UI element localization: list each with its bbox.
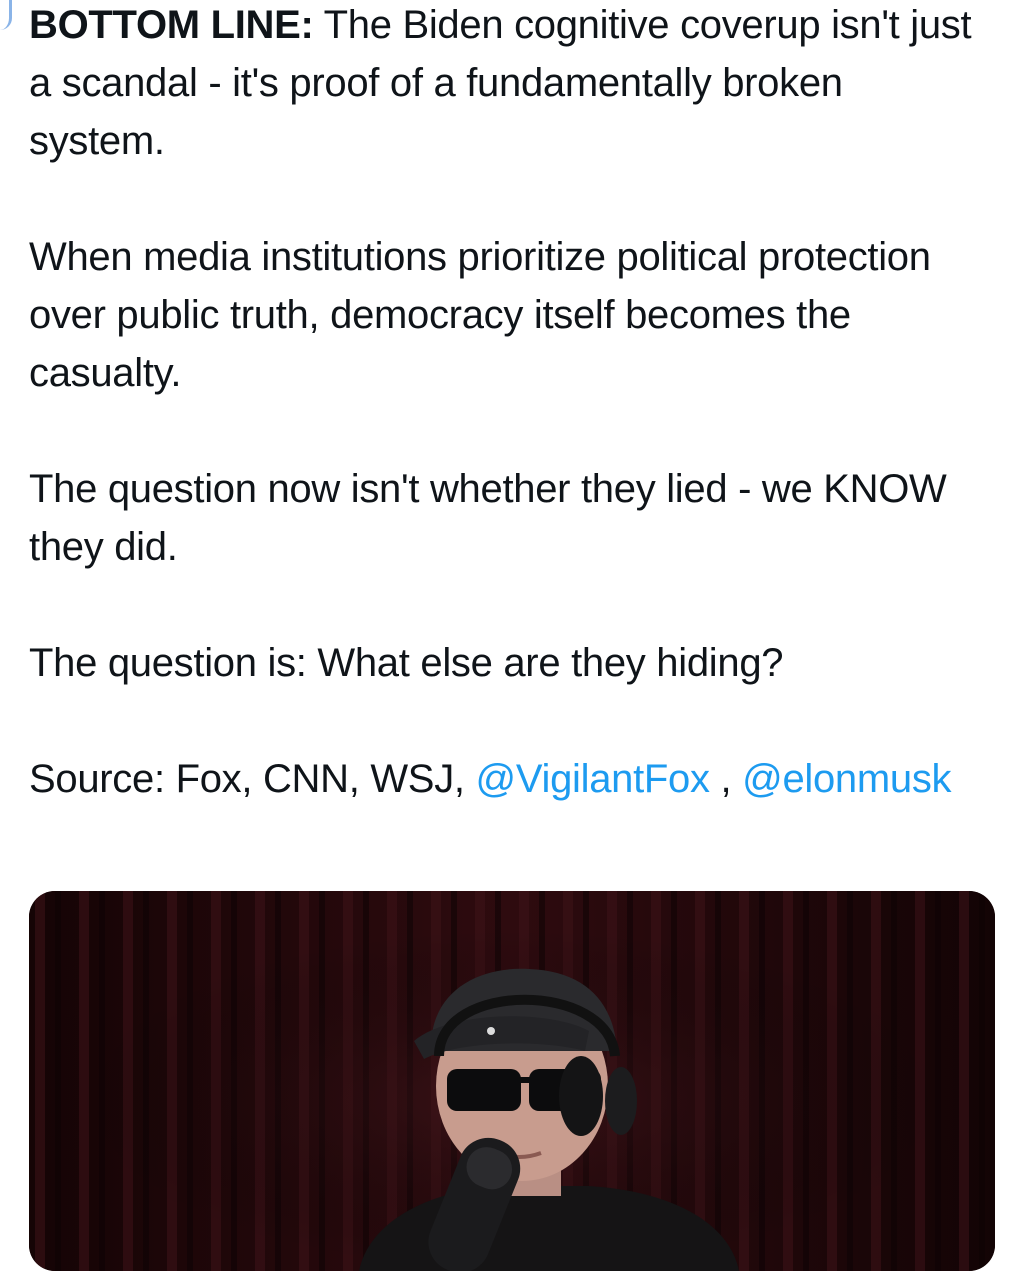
mention-elonmusk-link[interactable]: @elonmusk bbox=[742, 757, 951, 801]
source-prefix: Source: Fox, CNN, WSJ, bbox=[29, 757, 476, 801]
source-separator: , bbox=[709, 757, 743, 801]
tweet-paragraph-1: BOTTOM LINE: The Biden cognitive coverup… bbox=[29, 0, 989, 170]
video-still-image bbox=[29, 891, 995, 1271]
tweet-paragraph-3: The question now isn't whether they lied… bbox=[29, 467, 947, 569]
mention-vigilantfox-link[interactable]: @VigilantFox bbox=[476, 757, 710, 801]
tweet-media-video[interactable] bbox=[29, 891, 995, 1271]
tweet-paragraph-2: When media institutions prioritize polit… bbox=[29, 235, 931, 395]
thread-connector-line bbox=[0, 0, 12, 30]
tweet-source-line: Source: Fox, CNN, WSJ, @VigilantFox , @e… bbox=[29, 750, 989, 808]
tweet-paragraph-4: The question is: What else are they hidi… bbox=[29, 641, 784, 685]
tweet-text: BOTTOM LINE: The Biden cognitive coverup… bbox=[29, 0, 989, 808]
bottom-line-label: BOTTOM LINE: bbox=[29, 3, 314, 47]
